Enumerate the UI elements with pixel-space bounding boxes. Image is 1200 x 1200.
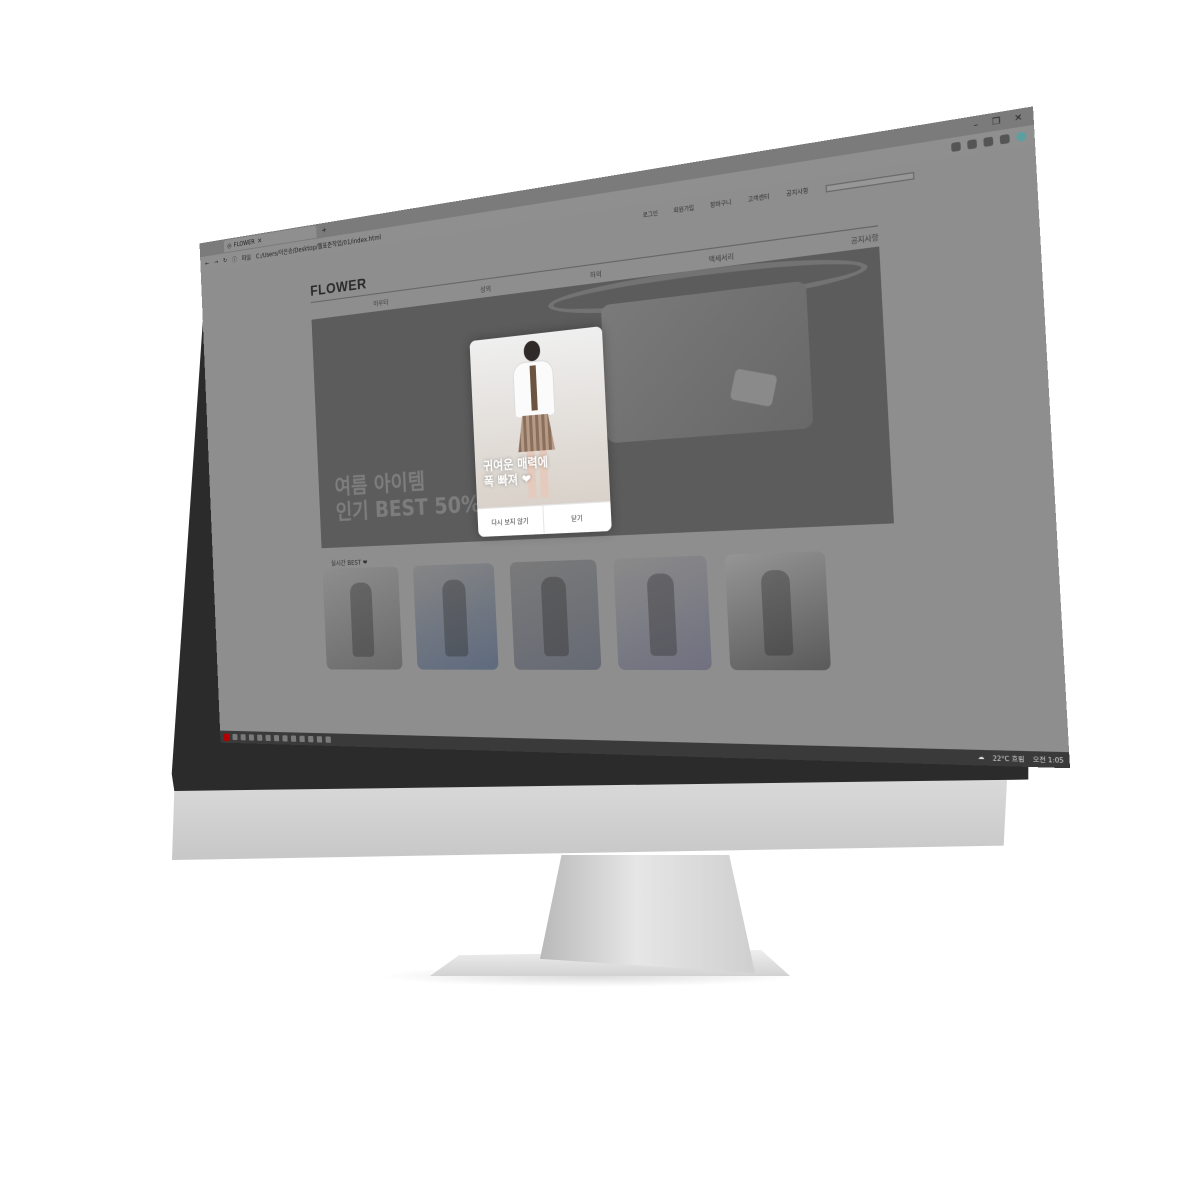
app-icon[interactable] (282, 735, 288, 742)
app-icon[interactable] (325, 736, 331, 743)
browser-app-icon[interactable] (248, 734, 255, 741)
back-icon[interactable]: ← (205, 260, 209, 268)
profile-avatar[interactable] (1016, 131, 1027, 142)
folder-icon[interactable] (257, 734, 263, 741)
taskbar-app-icons (232, 733, 331, 743)
monitor-stand (540, 855, 755, 973)
product-card[interactable] (613, 555, 712, 671)
nav-item-outer[interactable]: 아우터 (373, 297, 388, 308)
search-input[interactable] (825, 171, 915, 192)
popup-caption: 귀여운 매력에 폭 빠져 ❤ (483, 455, 549, 491)
popup-close-button[interactable]: 닫기 (541, 502, 612, 535)
screen-area: ◎ FLOWER × + – ❐ ✕ ← → ↻ ⓘ 파일 C:/Users/이… (199, 106, 1071, 769)
mockup-stage: ◎ FLOWER × + – ❐ ✕ ← → ↻ ⓘ 파일 C:/Users/이… (0, 0, 1200, 1200)
app-icon[interactable] (308, 735, 314, 743)
product-card[interactable] (322, 566, 403, 670)
product-card[interactable] (412, 563, 499, 670)
tab-close-icon[interactable]: × (257, 236, 262, 245)
util-link-cs[interactable]: 고객센터 (747, 192, 770, 204)
new-tab-button[interactable]: + (321, 226, 327, 235)
puzzle-icon[interactable] (983, 136, 994, 148)
dont-show-again-button[interactable]: 다시 보지 않기 (477, 506, 543, 537)
clock-text[interactable]: 오전 1:05 (1033, 755, 1065, 765)
cloud-icon: ☁ (977, 753, 985, 762)
best-product-list (322, 548, 927, 671)
playlist-icon[interactable] (999, 133, 1010, 145)
product-photo (349, 582, 375, 657)
util-link-join[interactable]: 회원가입 (673, 204, 694, 215)
windows-start-icon[interactable] (223, 733, 230, 741)
nav-item-accessory[interactable]: 액세서리 (708, 251, 734, 265)
product-card[interactable] (724, 551, 832, 671)
search-icon[interactable] (232, 733, 238, 741)
model-head (523, 339, 541, 362)
util-link-cart[interactable]: 장바구니 (710, 198, 732, 209)
extension-icon[interactable] (967, 139, 978, 150)
weather-text[interactable]: 22°C 흐림 (992, 753, 1024, 764)
hero-caption: 여름 아이템 인기 BEST 50% (334, 464, 481, 525)
popup-actions: 다시 보지 않기 닫기 (477, 500, 612, 537)
app-icon[interactable] (299, 735, 305, 743)
forward-icon[interactable]: → (214, 258, 218, 266)
product-photo (540, 576, 570, 657)
promo-popup: 귀여운 매력에 폭 빠져 ❤ 다시 보지 않기 닫기 (469, 326, 612, 537)
util-link-notice[interactable]: 공지사항 (786, 187, 809, 199)
tab-title: FLOWER (233, 237, 255, 249)
address-prefix: 파일 (241, 254, 252, 263)
globe-icon: ◎ (227, 241, 232, 250)
product-card[interactable] (509, 559, 602, 670)
util-link-login[interactable]: 로그인 (643, 209, 659, 219)
app-icon[interactable] (290, 735, 297, 742)
product-photo (646, 573, 678, 656)
bookmark-star-icon[interactable] (951, 141, 961, 153)
system-tray: ☁ 22°C 흐림 오전 1:05 (977, 753, 1064, 765)
nav-item-top[interactable]: 상의 (480, 283, 491, 294)
hero-bag-image (600, 280, 814, 444)
nav-item-notice[interactable]: 공지사항 (850, 231, 879, 246)
nav-item-bottom[interactable]: 하의 (590, 268, 602, 281)
maximize-icon[interactable]: ❐ (992, 116, 1001, 128)
info-icon: ⓘ (231, 256, 238, 265)
app-icon[interactable] (265, 734, 271, 742)
minimize-icon[interactable]: – (973, 119, 978, 130)
app-icon[interactable] (273, 735, 280, 742)
screen: ◎ FLOWER × + – ❐ ✕ ← → ↻ ⓘ 파일 C:/Users/이… (199, 106, 1071, 769)
window-close-icon[interactable]: ✕ (1014, 112, 1023, 124)
app-icon[interactable] (316, 736, 323, 743)
product-photo (760, 569, 794, 656)
product-photo (441, 579, 469, 657)
reload-icon[interactable]: ↻ (223, 257, 227, 265)
monitor-chin (172, 780, 1007, 860)
best-section-title: 실시간 BEST ❤ (330, 559, 368, 568)
model-skirt (517, 413, 555, 452)
task-view-icon[interactable] (240, 734, 246, 741)
